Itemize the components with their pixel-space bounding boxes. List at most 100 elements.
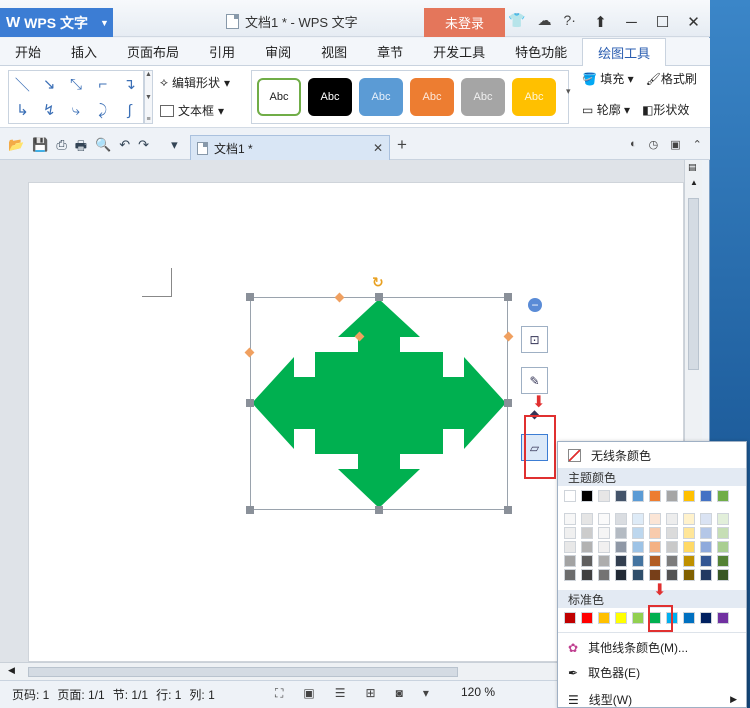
minimize-button[interactable]: ─ <box>616 9 647 35</box>
theme-shade-swatch[interactable] <box>683 541 695 553</box>
close-button[interactable]: ✕ <box>678 9 709 35</box>
web-view-icon[interactable]: ⊞ <box>366 686 376 701</box>
theme-shade-swatch[interactable] <box>700 513 712 525</box>
history-icon[interactable]: ◷ <box>649 138 659 151</box>
style-blue[interactable]: Abc <box>359 78 403 116</box>
vertical-scroll-thumb[interactable] <box>688 198 699 370</box>
scroll-left-icon[interactable]: ◀ <box>8 665 15 676</box>
line-type-item[interactable]: ☰ 线型(W) ▶ <box>568 691 737 708</box>
theme-shade-swatch[interactable] <box>649 541 661 553</box>
theme-shade-swatch[interactable] <box>615 569 627 581</box>
page-view-icon[interactable]: ▣ <box>303 686 314 701</box>
theme-shade-swatch[interactable] <box>700 555 712 567</box>
standard-color-swatch[interactable] <box>615 612 627 624</box>
textbox-button[interactable]: 文本框 ▾ <box>160 102 224 119</box>
elbow-double-icon[interactable]: ↳ <box>16 101 29 119</box>
resize-handle-n[interactable] <box>375 293 383 301</box>
resize-handle-s[interactable] <box>375 506 383 514</box>
tab-developer[interactable]: 开发工具 <box>418 38 500 66</box>
close-tab-icon[interactable]: ✕ <box>373 141 383 155</box>
format-brush-button[interactable]: 🖌格式刷 <box>646 70 697 87</box>
theme-shade-swatch[interactable] <box>632 513 644 525</box>
theme-shade-swatch[interactable] <box>615 541 627 553</box>
rotate-handle-icon[interactable]: ↻ <box>372 274 384 291</box>
theme-shade-swatch[interactable] <box>666 541 678 553</box>
theme-color-swatch[interactable] <box>598 490 610 502</box>
print-icon[interactable]: 🖶 <box>75 137 87 159</box>
resize-handle-se[interactable] <box>504 506 512 514</box>
theme-color-swatch[interactable] <box>717 490 729 502</box>
style-black[interactable]: Abc <box>308 78 352 116</box>
theme-shade-swatch[interactable] <box>717 569 729 581</box>
color-picker-item[interactable]: ✒ 取色器(E) <box>568 664 640 681</box>
print-preview-icon[interactable]: 🔍 <box>95 137 111 159</box>
collapse-icon[interactable]: − <box>528 298 542 312</box>
theme-shade-swatch[interactable] <box>632 555 644 567</box>
open-icon[interactable]: 📂 <box>8 137 24 159</box>
curve-connector-icon[interactable]: ↯ <box>43 101 56 119</box>
tab-start[interactable]: 开始 <box>0 38 56 66</box>
theme-shade-swatch[interactable] <box>683 569 695 581</box>
theme-color-swatch[interactable] <box>666 490 678 502</box>
theme-shade-swatch[interactable] <box>615 527 627 539</box>
line-icon[interactable]: ＼ <box>15 74 30 95</box>
theme-shade-swatch[interactable] <box>666 569 678 581</box>
tab-features[interactable]: 特色功能 <box>500 38 582 66</box>
app-menu-button[interactable]: W WPS 文字 ▼ <box>0 8 113 37</box>
theme-color-swatch[interactable] <box>700 490 712 502</box>
theme-color-swatch[interactable] <box>683 490 695 502</box>
document-tab[interactable]: 文档1 * ✕ <box>190 135 390 160</box>
chevron-down-icon[interactable]: ▾ <box>423 686 429 701</box>
zoom-level[interactable]: 120 % <box>461 685 495 699</box>
theme-shade-swatch[interactable] <box>564 555 576 567</box>
standard-color-swatch[interactable] <box>581 612 593 624</box>
theme-shade-swatch[interactable] <box>683 513 695 525</box>
theme-shade-swatch[interactable] <box>581 569 593 581</box>
outline-button[interactable]: ▭ 轮廓 ▾ <box>582 101 630 118</box>
theme-shade-swatch[interactable] <box>598 541 610 553</box>
theme-shade-swatch[interactable] <box>615 555 627 567</box>
theme-shade-swatch[interactable] <box>564 541 576 553</box>
resize-handle-sw[interactable] <box>246 506 254 514</box>
tab-section[interactable]: 章节 <box>362 38 418 66</box>
save-icon[interactable]: 💾 <box>32 137 48 159</box>
tab-review[interactable]: 审阅 <box>250 38 306 66</box>
theme-shade-swatch[interactable] <box>666 555 678 567</box>
style-orange[interactable]: Abc <box>410 78 454 116</box>
curve-arrow-icon[interactable]: ⤷ <box>72 102 80 119</box>
scroll-up-icon[interactable]: ▲ <box>690 178 698 187</box>
theme-shade-swatch[interactable] <box>717 541 729 553</box>
theme-shade-swatch[interactable] <box>666 527 678 539</box>
theme-shade-swatch[interactable] <box>700 569 712 581</box>
fill-button[interactable]: 🪣 填充 ▾ <box>582 70 634 87</box>
theme-shade-swatch[interactable] <box>683 555 695 567</box>
standard-color-swatch[interactable] <box>564 612 576 624</box>
theme-shade-swatch[interactable] <box>683 527 695 539</box>
skin-icon[interactable]: 👕 <box>508 12 525 29</box>
help-icon[interactable]: ?· <box>563 12 575 29</box>
ribbon-toggle-icon[interactable]: ⌃ <box>693 138 702 151</box>
undo-icon[interactable]: ↶ <box>119 137 130 159</box>
theme-shade-swatch[interactable] <box>581 527 593 539</box>
export-pdf-icon[interactable]: ⎙ <box>56 137 66 159</box>
theme-shade-swatch[interactable] <box>598 555 610 567</box>
theme-shade-swatch[interactable] <box>581 541 593 553</box>
shape-gallery[interactable]: ＼ ↘ ⤡ ⌐ ↴ ↳ ↯ ⤷ ⤸ ∫ <box>8 70 144 124</box>
horizontal-scroll-thumb[interactable] <box>28 667 458 677</box>
theme-shade-swatch[interactable] <box>700 527 712 539</box>
share-icon[interactable]: ▣ <box>670 138 680 151</box>
theme-color-swatch[interactable] <box>581 490 593 502</box>
tab-insert[interactable]: 插入 <box>56 38 112 66</box>
resize-handle-nw[interactable] <box>246 293 254 301</box>
standard-color-swatch[interactable] <box>700 612 712 624</box>
theme-shade-swatch[interactable] <box>581 513 593 525</box>
styles-more-icon[interactable]: ▾ <box>566 86 571 97</box>
theme-shade-swatch[interactable] <box>564 527 576 539</box>
theme-shade-swatch[interactable] <box>598 527 610 539</box>
theme-shade-swatch[interactable] <box>649 555 661 567</box>
theme-shade-swatch[interactable] <box>717 555 729 567</box>
theme-color-swatch[interactable] <box>615 490 627 502</box>
theme-shade-swatch[interactable] <box>598 569 610 581</box>
theme-shade-swatch[interactable] <box>632 569 644 581</box>
restore-ribbon-icon[interactable]: ⬆ <box>585 9 616 35</box>
